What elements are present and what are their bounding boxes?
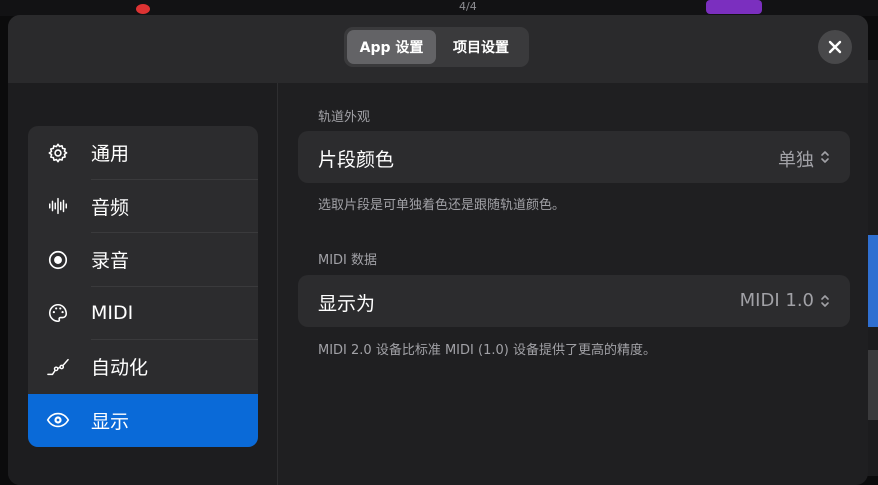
sidebar-item-label: 录音 [91, 250, 130, 273]
sidebar-item-automation[interactable]: 自动化 [28, 340, 258, 394]
background-toolbar: 4/4 [0, 0, 878, 16]
sidebar-item-display[interactable]: 显示 [28, 393, 258, 447]
eye-icon [46, 408, 70, 432]
midi-data-heading: MIDI 数据 [318, 253, 378, 268]
palette-icon [46, 301, 70, 325]
midi-display-description: MIDI 2.0 设备比标准 MIDI (1.0) 设备提供了更高的精度。 [318, 343, 656, 358]
sidebar-item-label: 显示 [91, 410, 130, 433]
midi-display-label: 显示为 [318, 293, 376, 315]
background-purple-button [706, 0, 762, 14]
tab-app-settings[interactable]: App 设置 [347, 30, 436, 64]
midi-display-row[interactable]: 显示为 MIDI 1.0 [298, 275, 850, 327]
region-color-value: 单独 [778, 150, 814, 171]
sidebar-item-label: 自动化 [91, 357, 149, 380]
sidebar-item-label: 通用 [91, 143, 130, 166]
close-button[interactable] [818, 30, 852, 64]
settings-scope-segmented-control: App 设置 项目设置 [344, 27, 529, 67]
region-color-row[interactable]: 片段颜色 单独 [298, 131, 850, 183]
settings-sidebar: 通用 音频 录音 MIDI 自动化 显示 [8, 83, 278, 485]
track-appearance-heading: 轨道外观 [318, 110, 371, 125]
sidebar-item-midi[interactable]: MIDI [28, 287, 258, 340]
settings-content: 轨道外观 片段颜色 单独 选取片段是可单独着色还是跟随轨道颜色。 MIDI 数据… [278, 83, 868, 485]
sidebar-item-recording[interactable]: 录音 [28, 233, 258, 287]
record-indicator-icon [136, 4, 150, 14]
tab-project-settings[interactable]: 项目设置 [436, 30, 526, 64]
waveform-icon [46, 194, 70, 218]
gear-icon [46, 141, 70, 165]
sidebar-list: 通用 音频 录音 MIDI 自动化 显示 [28, 126, 258, 447]
settings-sheet: App 设置 项目设置 通用 音频 录音 MIDI 自动化 显示 轨道外观 片段… [8, 15, 868, 485]
close-icon [828, 40, 842, 54]
chevron-updown-icon [821, 295, 829, 307]
sidebar-item-general[interactable]: 通用 [28, 126, 258, 180]
automation-icon [46, 355, 70, 379]
sidebar-item-label: 音频 [91, 196, 130, 219]
chevron-updown-icon [821, 151, 829, 163]
record-icon [46, 248, 70, 272]
background-counter: 4/4 [459, 0, 477, 13]
sheet-header: App 设置 项目设置 [8, 15, 868, 83]
region-color-description: 选取片段是可单独着色还是跟随轨道颜色。 [318, 198, 566, 213]
sidebar-item-audio[interactable]: 音频 [28, 180, 258, 233]
region-color-label: 片段颜色 [318, 149, 395, 171]
sidebar-item-label: MIDI [91, 302, 134, 325]
midi-display-value: MIDI 1.0 [739, 290, 814, 311]
